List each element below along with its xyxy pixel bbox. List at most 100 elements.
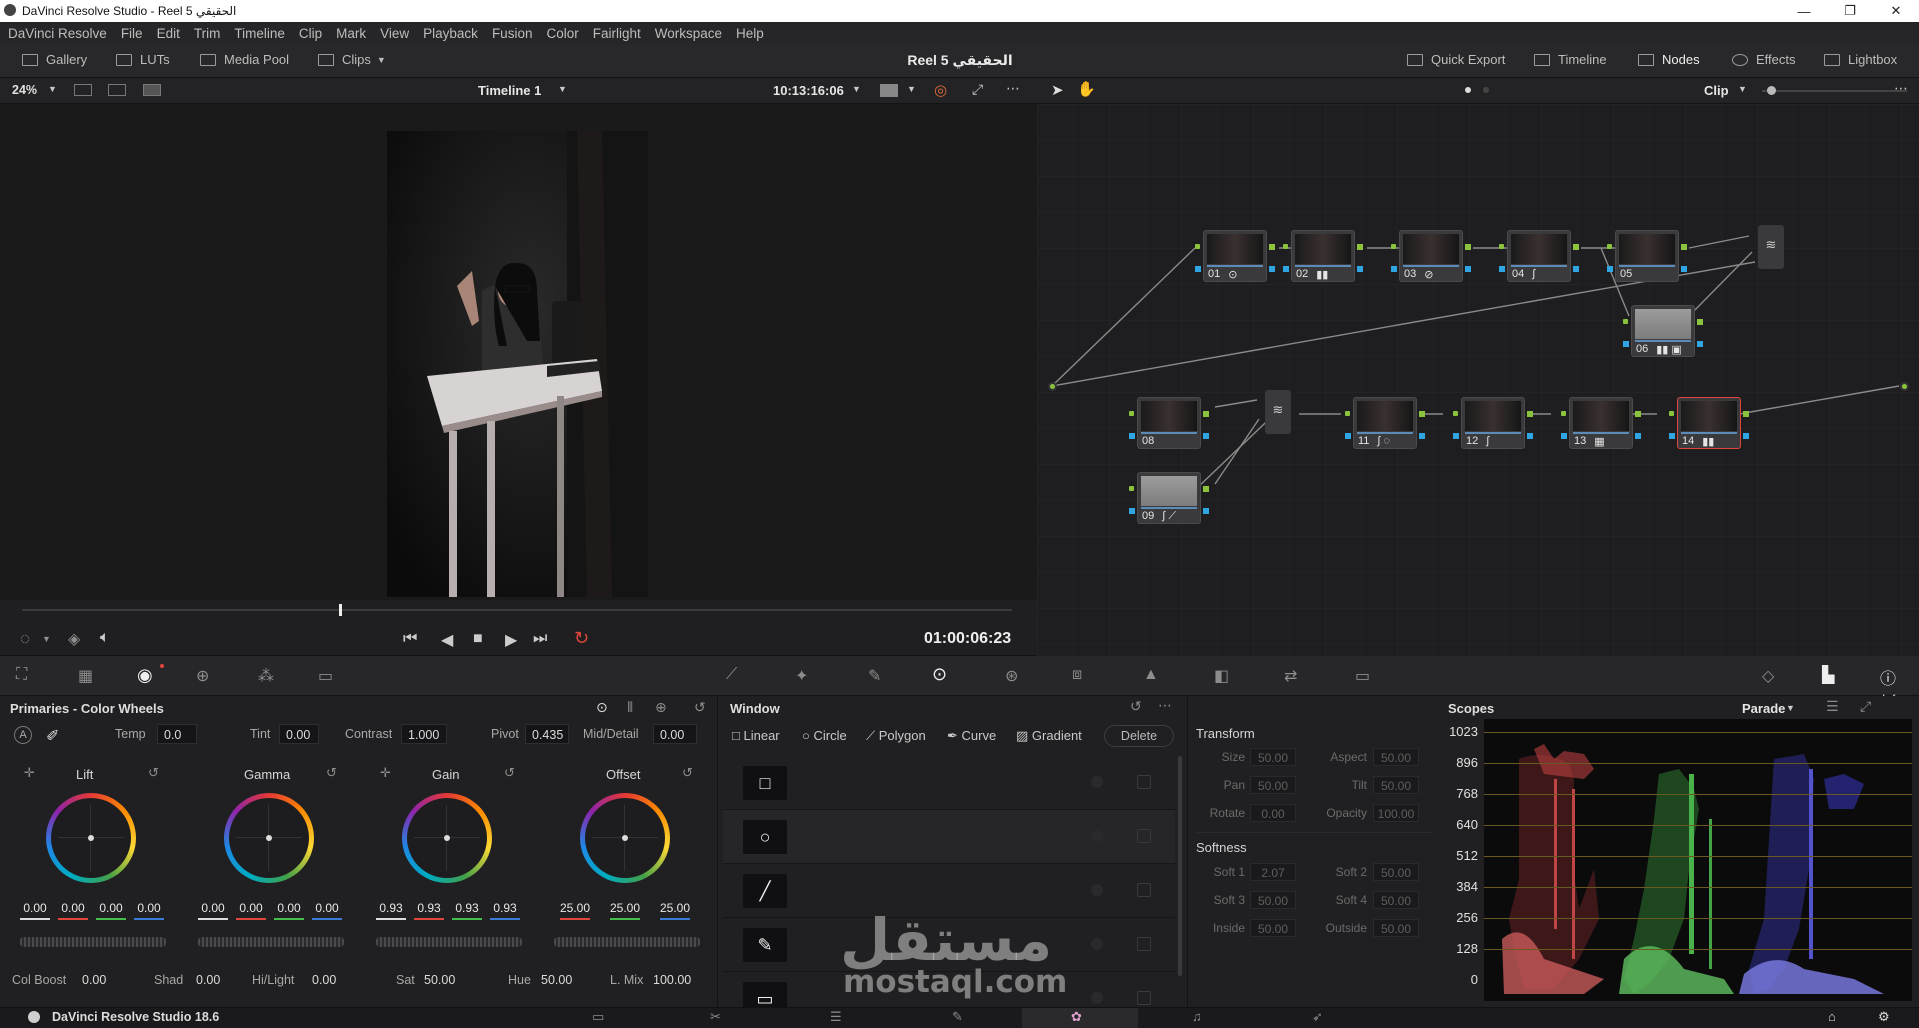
transform-field[interactable]: 0.00	[1250, 804, 1296, 822]
node-input-pin[interactable]	[1453, 411, 1458, 416]
blur-icon[interactable]: ▲	[1143, 666, 1159, 684]
node-key-input-pin[interactable]	[1391, 266, 1397, 272]
primaries-wheels-icon[interactable]: ◉	[137, 665, 153, 686]
linear-window-tool[interactable]: □ Linear	[732, 728, 780, 743]
wheel-value[interactable]: 0.00	[272, 901, 306, 915]
transform-field[interactable]: 50.00	[1373, 748, 1419, 766]
transform-field[interactable]: 50.00	[1373, 776, 1419, 794]
node-input-pin[interactable]	[1129, 411, 1134, 416]
loop-icon[interactable]: ↻	[574, 628, 589, 649]
window-list-scrollbar[interactable]	[1178, 756, 1182, 976]
node-input-pin[interactable]	[1345, 411, 1350, 416]
log-mode-icon[interactable]: ⊕	[655, 699, 667, 716]
node-output-pin[interactable]	[1203, 411, 1209, 417]
hilight-field[interactable]: 0.00	[306, 970, 348, 990]
col-boost-field[interactable]: 0.00	[76, 970, 118, 990]
node-key-input-pin[interactable]	[1129, 508, 1135, 514]
node-key-input-pin[interactable]	[1129, 433, 1135, 439]
node-key-input-pin[interactable]	[1453, 433, 1459, 439]
circle-window-tool[interactable]: ○ Circle	[802, 728, 847, 743]
node-output-pin[interactable]	[1527, 411, 1533, 417]
wheel-value[interactable]: 0.93	[374, 901, 408, 915]
layers-icon[interactable]: ◈	[68, 629, 80, 649]
play-reverse-icon[interactable]: ◀	[441, 630, 453, 650]
highlight-mode-icon[interactable]: ◌	[20, 629, 30, 649]
clip-info-icon[interactable]	[880, 84, 898, 97]
wheel-value[interactable]: 25.00	[658, 901, 692, 915]
output-pin[interactable]	[1900, 382, 1909, 391]
go-to-start-icon[interactable]: ⏮︎	[403, 630, 417, 648]
node-graph[interactable]: ≋ ≋ 01 ⊙ 02 ▮▮ 03 ⊘ 04 ∫ 05 06 ▮▮ ▣ 08 09 ∫ ⟋ 11 ∫ ◌ 12 ∫…	[1037, 104, 1919, 656]
node-key-input-pin[interactable]	[1499, 266, 1505, 272]
wheel-value[interactable]: 0.00	[94, 901, 128, 915]
effects-toggle-button[interactable]: Effects	[1732, 52, 1796, 67]
node-12[interactable]: 12 ∫	[1461, 397, 1525, 449]
zoom-select[interactable]: 24%	[12, 83, 37, 97]
settings-gear-icon[interactable]: ⚙	[1878, 1009, 1890, 1025]
node-output-pin[interactable]	[1635, 411, 1641, 417]
rgb-mixer-icon[interactable]: ⁂	[258, 666, 274, 686]
softness-field[interactable]: 50.00	[1250, 919, 1296, 937]
menu-item-file[interactable]: File	[121, 26, 143, 41]
fullscreen-icon[interactable]: ⤢	[972, 81, 983, 98]
tint-field[interactable]: 0.00	[279, 724, 319, 744]
menu-item-trim[interactable]: Trim	[194, 26, 221, 41]
tracker-icon[interactable]: ⊛	[1005, 666, 1018, 686]
node-key-output-pin[interactable]	[1419, 433, 1425, 439]
scopes-icon[interactable]: ▙	[1822, 665, 1834, 685]
window-invert-toggle[interactable]	[1137, 829, 1151, 843]
viewer-mode-single-icon[interactable]	[74, 84, 92, 96]
color-wheel-lift[interactable]	[46, 793, 136, 883]
transform-field[interactable]: 50.00	[1250, 776, 1296, 794]
gallery-button[interactable]: Gallery	[22, 52, 87, 67]
polygon-window-tool[interactable]: ⟋ Polygon	[866, 728, 926, 744]
more-options-icon[interactable]: ⋯	[1006, 80, 1020, 97]
pivot-field[interactable]: 0.435	[525, 724, 569, 744]
node-key-input-pin[interactable]	[1561, 433, 1567, 439]
menu-item-fusion[interactable]: Fusion	[492, 26, 533, 41]
scrub-track[interactable]	[22, 609, 1012, 611]
source-input-pin[interactable]	[1048, 382, 1057, 391]
node-key-output-pin[interactable]	[1357, 266, 1363, 272]
node-input-pin[interactable]	[1607, 244, 1612, 249]
node-output-pin[interactable]	[1357, 244, 1363, 250]
sat-field[interactable]: 50.00	[418, 970, 466, 990]
node-key-output-pin[interactable]	[1743, 433, 1749, 439]
reset-icon[interactable]: ↺	[148, 765, 159, 781]
node-01[interactable]: 01 ⊙	[1203, 230, 1267, 282]
page-dot-active[interactable]	[1465, 87, 1471, 93]
wheel-value[interactable]: 0.93	[450, 901, 484, 915]
shad-field[interactable]: 0.00	[190, 970, 232, 990]
more-options-icon[interactable]: ⋯	[1158, 697, 1172, 714]
window-shape-icon[interactable]: ○	[743, 820, 787, 854]
node-output-pin[interactable]	[1465, 244, 1471, 250]
curves-icon[interactable]: ⟋	[726, 666, 737, 684]
wheel-value[interactable]: 0.00	[310, 901, 344, 915]
node-key-output-pin[interactable]	[1203, 508, 1209, 514]
wheel-value[interactable]: 25.00	[608, 901, 642, 915]
scrub-bar[interactable]	[0, 600, 1037, 622]
node-14[interactable]: 14 ▮▮	[1677, 397, 1741, 449]
key-icon[interactable]: ◧	[1214, 666, 1229, 686]
wheel-value[interactable]: 0.93	[488, 901, 522, 915]
node-key-output-pin[interactable]	[1573, 266, 1579, 272]
node-output-pin[interactable]	[1743, 411, 1749, 417]
video-frame[interactable]	[387, 131, 648, 597]
node-key-input-pin[interactable]	[1283, 266, 1289, 272]
picker-icon[interactable]: ✐	[46, 726, 59, 746]
node-output-pin[interactable]	[1269, 244, 1275, 250]
reset-icon[interactable]: ↺	[504, 765, 515, 781]
node-input-pin[interactable]	[1195, 244, 1200, 249]
node-output-pin[interactable]	[1681, 244, 1687, 250]
color-warper-icon[interactable]: ✦	[795, 666, 808, 686]
node-09[interactable]: 09 ∫ ⟋	[1137, 472, 1201, 524]
reset-icon[interactable]: ↺	[694, 699, 706, 716]
node-key-input-pin[interactable]	[1345, 433, 1351, 439]
clips-button[interactable]: Clips ▼	[318, 52, 386, 67]
node-13[interactable]: 13 ▦	[1569, 397, 1633, 449]
node-key-input-pin[interactable]	[1607, 266, 1613, 272]
softness-field[interactable]: 50.00	[1250, 891, 1296, 909]
viewer-mode-split-icon[interactable]	[143, 84, 161, 96]
window-invert-toggle[interactable]	[1137, 937, 1151, 951]
play-icon[interactable]: ▶	[505, 630, 517, 650]
